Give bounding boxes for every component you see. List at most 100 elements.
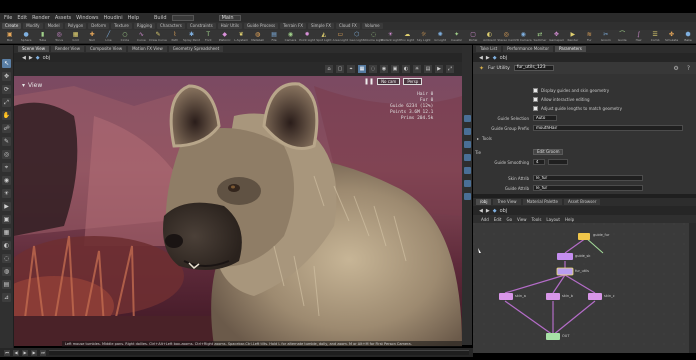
shelf-tool-font[interactable]: T Font	[201, 30, 216, 43]
shelf-tool-gamepad-camera[interactable]: ✥ Gamepad	[549, 30, 564, 43]
shelf-tool-portal-light[interactable]: ▢ Portal	[465, 30, 480, 43]
shelf-tool-path[interactable]: ⌇ Path	[167, 30, 182, 43]
shelf-tool-hair[interactable]: ∫ Hair	[631, 30, 646, 43]
shelf-tool-bake[interactable]: ⬢ Bake	[680, 30, 695, 43]
shelf-tool-torus[interactable]: ◎ Torus	[51, 30, 66, 43]
menu-file[interactable]: File	[4, 15, 12, 21]
node-name-field[interactable]: fur_utils_123	[513, 65, 554, 71]
group-prefix-field[interactable]: mouthHair	[533, 125, 683, 131]
shelf-tool-vr-camera[interactable]: ◉ VR Camera	[515, 30, 532, 43]
shelf-tab-simple-fx[interactable]: Simple FX	[308, 23, 334, 29]
shelf-tool-caustic-light[interactable]: ✦ Caustic	[449, 30, 464, 43]
timeline-ruler[interactable]	[49, 350, 469, 355]
main-selector[interactable]: Main	[218, 14, 241, 21]
shelf-tool-volume-light[interactable]: ◌ Volume Light	[364, 30, 384, 43]
shelf-tool-distant-light[interactable]: ☀ Distant Light	[381, 30, 400, 43]
wire-icon[interactable]: ▤	[424, 65, 432, 73]
render-icon[interactable]: ▶	[2, 202, 11, 211]
isolate-icon[interactable]: ◍	[2, 267, 11, 276]
display-ghost-icon[interactable]	[463, 193, 471, 200]
light-icon[interactable]: ☀	[2, 189, 11, 198]
menu-help[interactable]: Help	[128, 15, 139, 21]
forward-arrow-icon[interactable]: ▶	[29, 55, 33, 61]
next-frame-icon[interactable]: ▶	[31, 349, 37, 356]
shelf-tool-box[interactable]: ▣ Box	[2, 30, 17, 43]
shelf-tool-geometry-light[interactable]: ⬡ Geo Light	[349, 30, 364, 43]
shelf-tool-guide[interactable]: ⌒ Guide	[614, 30, 629, 43]
view-icon[interactable]: ◎	[2, 150, 11, 159]
tab-performance-monitor[interactable]: Performance Monitor	[503, 46, 553, 52]
net-menu-edit[interactable]: Edit	[494, 217, 502, 222]
tab-composite-view[interactable]: Composite View	[85, 46, 127, 52]
shelf-tool-null[interactable]: ✚ Null	[84, 30, 99, 43]
back-arrow-icon[interactable]: ◀	[22, 55, 26, 61]
shelf-tool-ambient-light[interactable]: ◐ Ambient	[482, 30, 497, 43]
tab-tree-view[interactable]: Tree View	[493, 199, 521, 205]
viewport-label[interactable]: View	[28, 82, 42, 89]
shelf-tab-deform[interactable]: Deform	[88, 23, 110, 29]
snap-icon[interactable]: ⌖	[347, 65, 355, 73]
ghost-icon[interactable]: ◌	[369, 65, 377, 73]
menu-assets[interactable]: Assets	[55, 15, 71, 21]
shelf-tab-cloud-fx[interactable]: Cloud FX	[336, 23, 360, 29]
guide-smoothing-slider[interactable]	[548, 159, 568, 165]
parameter-path-obj[interactable]: obj	[500, 55, 508, 61]
display-guides-icon[interactable]	[463, 115, 471, 122]
net-menu-view[interactable]: View	[517, 217, 527, 222]
shelf-tool-switcher[interactable]: ⇄ Switcher	[532, 30, 547, 43]
shelf-tool-groom[interactable]: ✂ Groom	[598, 30, 613, 43]
menu-windows[interactable]: Windows	[76, 15, 98, 21]
shelf-tool-tube[interactable]: ▮ Tube	[35, 30, 50, 43]
interactive-edit-checkbox[interactable]	[533, 96, 538, 102]
shelf-tab-texture[interactable]: Texture	[111, 23, 132, 29]
net-menu-help[interactable]: Help	[565, 217, 574, 222]
shelf-tab-volume[interactable]: Volume	[361, 23, 383, 29]
shelf-tool-metaball[interactable]: ◍ Metaball	[250, 30, 265, 43]
net-menu-tools[interactable]: Tools	[532, 217, 542, 222]
shelf-tool-render[interactable]: ▶ Render	[565, 30, 580, 43]
shelf-tool-gi-light[interactable]: ✺ GI Light	[432, 30, 447, 43]
shelf-tab-rigging[interactable]: Rigging	[133, 23, 155, 29]
camera-menu-button[interactable]: No cam	[377, 78, 401, 85]
tab-scene-view[interactable]: Scene View	[18, 46, 49, 52]
shelf-tool-sphere[interactable]: ● Sphere	[18, 30, 33, 43]
skip-end-icon[interactable]: ⏭	[40, 349, 46, 356]
network-scrollbar[interactable]	[689, 223, 696, 353]
view-menu-icon[interactable]: ▾	[22, 82, 25, 89]
net-menu-layout[interactable]: Layout	[546, 217, 560, 222]
move-icon[interactable]: ✥	[2, 72, 11, 81]
guide-smoothing-field[interactable]: 4	[533, 159, 545, 165]
shelf-tab-terrain-fx[interactable]: Terrain FX	[280, 23, 307, 29]
shelf-tab-create[interactable]: Create	[2, 23, 22, 29]
tab-asset-browser[interactable]: Asset Browser	[563, 199, 601, 205]
prev-frame-icon[interactable]: ◀	[13, 349, 19, 356]
gear-icon[interactable]: ⚙	[673, 65, 678, 72]
shelf-tab-polygon[interactable]: Polygon	[64, 23, 87, 29]
back-arrow-icon[interactable]: ◀	[479, 55, 483, 61]
shelf-tab-constraints[interactable]: Constraints	[186, 23, 216, 29]
param-section-tools[interactable]: ▸ Tools	[473, 134, 696, 142]
adjust-lengths-checkbox[interactable]	[533, 105, 538, 111]
scale-icon[interactable]: ⤢	[2, 98, 11, 107]
shelf-tool-area-light[interactable]: ▭ Area Light	[333, 30, 348, 43]
shelf-tool-curve[interactable]: ∿ Curve	[134, 30, 149, 43]
shelf-tool-camera[interactable]: ◉ Camera	[283, 30, 298, 43]
shelf-tool-line[interactable]: ╱ Line	[101, 30, 116, 43]
forward-arrow-icon[interactable]: ▶	[486, 208, 490, 214]
grid-icon[interactable]: ▦	[358, 65, 366, 73]
shelf-tab-modify[interactable]: Modify	[23, 23, 43, 29]
skin-attrib-field[interactable]: le_fur	[533, 175, 643, 181]
shelf-tool-environment-light[interactable]: ☁ Env Light	[400, 30, 415, 43]
shelf-tool-spray-paint[interactable]: ✱ Spray Paint	[183, 30, 200, 43]
measure-icon[interactable]: ⊿	[2, 293, 11, 302]
shelf-tool-platonic[interactable]: ◆ Platonic	[217, 30, 232, 43]
menu-edit[interactable]: Edit	[17, 15, 27, 21]
tab-render-view[interactable]: Render View	[50, 46, 84, 52]
shelf-tab-characters[interactable]: Characters	[156, 23, 185, 29]
frame-icon[interactable]: ▢	[336, 65, 344, 73]
tab-take-list[interactable]: Take List	[476, 46, 502, 52]
display-bg-icon[interactable]	[463, 154, 471, 161]
pose-icon[interactable]: ☍	[2, 124, 11, 133]
shelf-tool-l-system[interactable]: ❦ L-System	[233, 30, 248, 43]
shelf-tool-circle[interactable]: ○ Circle	[117, 30, 132, 43]
